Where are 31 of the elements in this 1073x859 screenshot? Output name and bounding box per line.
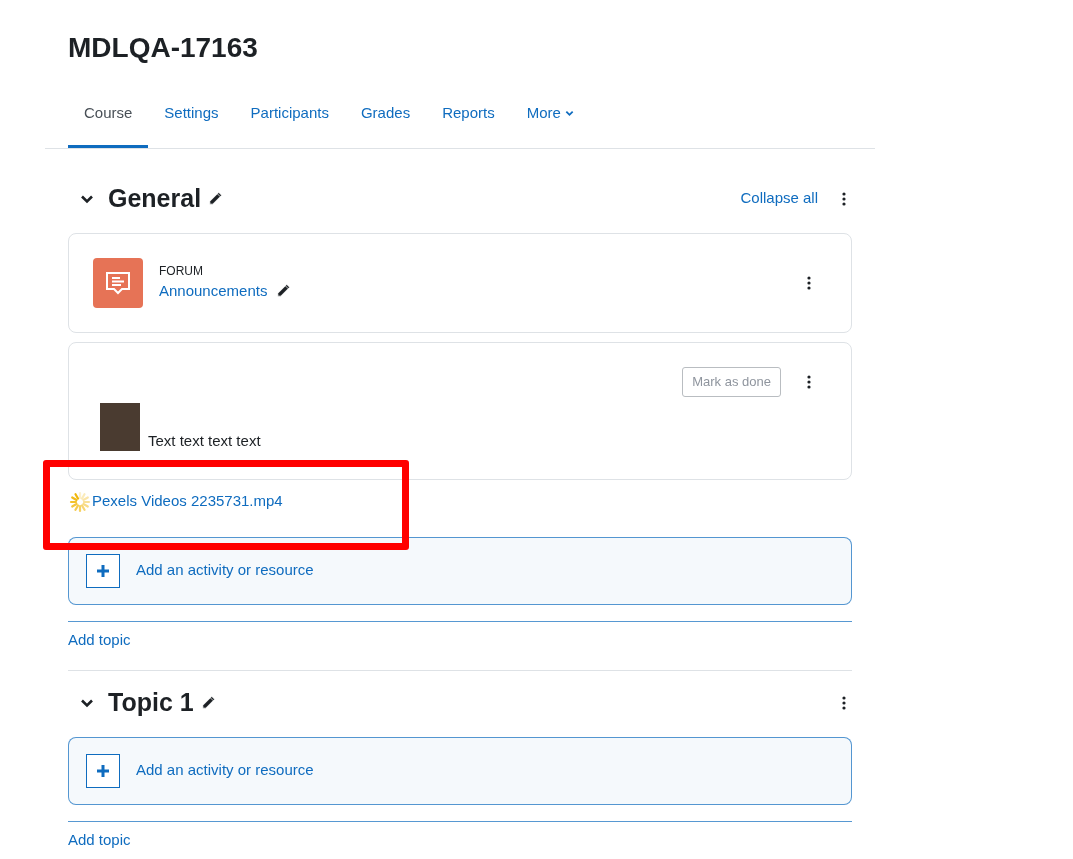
- section-title: General: [108, 182, 202, 214]
- nav-tab[interactable]: Participants: [234, 88, 345, 148]
- spinner-icon: [68, 489, 92, 514]
- collapse-all-link[interactable]: Collapse all: [740, 187, 818, 210]
- activity-type-label: FORUM: [159, 262, 204, 279]
- pencil-icon: [276, 283, 292, 298]
- file-link[interactable]: Pexels Videos 2235731.mp4: [92, 490, 283, 513]
- pencil-icon: [208, 191, 224, 206]
- kebab-icon: [842, 695, 846, 710]
- add-topic-link[interactable]: Add topic: [68, 830, 131, 848]
- add-activity-button[interactable]: Add an activity or resource: [68, 736, 852, 805]
- nav-tab[interactable]: More: [510, 88, 590, 148]
- nav-tab[interactable]: Grades: [344, 88, 427, 148]
- label-text: Text text text text: [148, 430, 261, 451]
- kebab-icon: [807, 374, 811, 389]
- add-activity-button[interactable]: Add an activity or resource: [68, 536, 852, 605]
- pencil-icon: [200, 695, 216, 710]
- kebab-icon: [807, 275, 811, 290]
- section-title: Topic 1: [108, 686, 194, 718]
- plus-icon: [86, 753, 120, 788]
- forum-icon: [93, 257, 143, 308]
- nav-tab[interactable]: Reports: [426, 88, 511, 148]
- activity-link[interactable]: Announcements: [159, 278, 268, 303]
- course-title: MDLQA-17163: [68, 31, 259, 65]
- plus-icon: [86, 553, 120, 588]
- nav-tab[interactable]: Settings: [148, 88, 235, 148]
- kebab-icon: [842, 191, 846, 206]
- add-topic-link[interactable]: Add topic: [68, 630, 131, 648]
- nav-tab[interactable]: Course: [68, 88, 149, 148]
- photo-placeholder: [100, 402, 140, 451]
- mark-as-done-button[interactable]: Mark as done: [682, 366, 781, 397]
